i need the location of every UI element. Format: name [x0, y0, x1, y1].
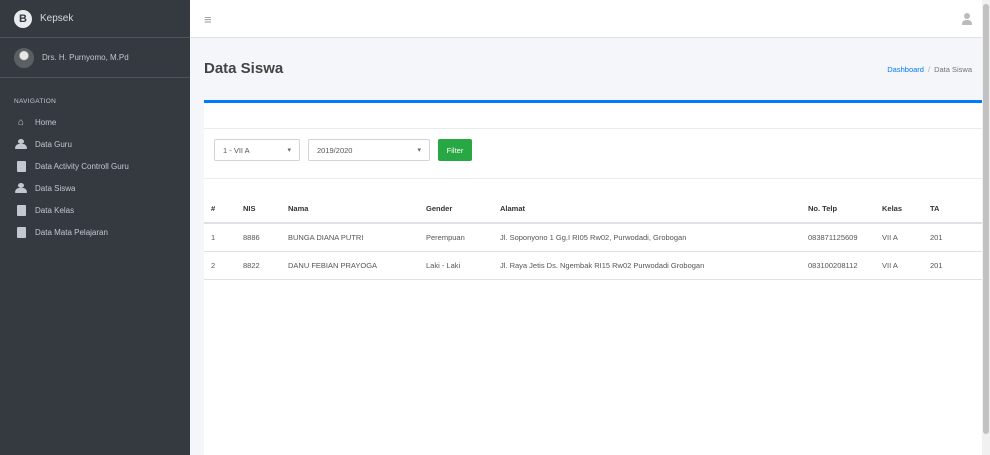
sidebar-item-label: Data Kelas: [35, 205, 75, 215]
topbar: ≡: [190, 0, 990, 38]
cell-number: 2: [204, 251, 236, 280]
breadcrumb-home[interactable]: Dashboard: [887, 65, 924, 74]
tahun-ajaran-select[interactable]: 2019/2020 ▾: [308, 139, 430, 161]
content: Data Siswa Dashboard / Data Siswa 1 - VII …: [190, 38, 982, 455]
cell-alamat: Jl. Soponyono 1 Gg.I RI05 Rw02, Purwodad…: [493, 223, 801, 252]
sidebar-item-data-guru[interactable]: Data Guru: [0, 133, 190, 155]
cell-ta: 201: [923, 223, 982, 252]
divider: [204, 178, 982, 179]
book-icon: [14, 204, 28, 216]
sidebar-item-label: Home: [35, 117, 57, 127]
column-header-telp[interactable]: No. Telp: [801, 195, 875, 224]
column-header-nis[interactable]: NIS: [236, 195, 281, 224]
user-panel[interactable]: Drs. H. Purnyomo, M.Pd: [0, 38, 190, 78]
cell-nis: 8886: [236, 223, 281, 252]
sidebar-item-label: Data Activity Controll Guru: [35, 161, 129, 171]
cell-kelas: VII A: [875, 251, 923, 280]
column-header-kelas[interactable]: Kelas: [875, 195, 923, 224]
cell-nama: DANU FEBIAN PRAYOGA: [281, 251, 419, 280]
breadcrumb: Dashboard / Data Siswa: [887, 65, 972, 74]
cell-alamat: Jl. Raya Jetis Ds. Ngembak RI15 Rw02 Pur…: [493, 251, 801, 280]
chevron-down-icon: ▾: [287, 147, 291, 154]
filter-button[interactable]: Filter: [438, 139, 472, 161]
user-menu-icon[interactable]: [962, 13, 972, 25]
sidebar-item-label: Data Siswa: [35, 183, 76, 193]
cell-nis: 8822: [236, 251, 281, 280]
sidebar-item-label: Data Mata Pelajaran: [35, 227, 108, 237]
table-row[interactable]: 2 8822 DANU FEBIAN PRAYOGA Laki - Laki J…: [204, 251, 982, 280]
user-name: Drs. H. Purnyomo, M.Pd: [42, 53, 129, 62]
brand-logo: B: [14, 9, 32, 28]
column-header-nama[interactable]: Nama: [281, 195, 419, 224]
column-header-gender[interactable]: Gender: [419, 195, 493, 224]
brand[interactable]: B Kepsek: [0, 0, 190, 38]
cell-ta: 201: [923, 251, 982, 280]
cell-nama: BUNGA DIANA PUTRI: [281, 223, 419, 252]
sidebar-item-home[interactable]: ⌂ Home: [0, 111, 190, 133]
brand-name: Kepsek: [40, 13, 74, 24]
kelas-select[interactable]: 1 - VII A ▾: [214, 139, 300, 161]
data-card: 1 - VII A ▾ 2019/2020 ▾ Filter # NIS Nam…: [204, 100, 982, 455]
cell-telp: 083871125609: [801, 223, 875, 252]
sidebar-item-data-siswa[interactable]: Data Siswa: [0, 177, 190, 199]
page-scrollbar[interactable]: [982, 0, 990, 455]
home-icon: ⌂: [17, 116, 25, 128]
book-icon: [14, 160, 28, 172]
tahun-ajaran-value: 2019/2020: [317, 145, 353, 155]
cell-number: 1: [204, 223, 236, 252]
sidebar: B Kepsek Drs. H. Purnyomo, M.Pd NAVIGATI…: [0, 0, 190, 455]
nav-header: NAVIGATION: [14, 98, 57, 105]
cell-kelas: VII A: [875, 223, 923, 252]
breadcrumb-separator: /: [927, 65, 931, 74]
sidebar-item-label: Data Guru: [35, 139, 72, 149]
sidebar-item-data-kelas[interactable]: Data Kelas: [0, 199, 190, 221]
book-icon: [14, 226, 28, 238]
page-title: Data Siswa: [204, 60, 284, 77]
table-header-row: # NIS Nama Gender Alamat No. Telp Kelas …: [204, 195, 982, 224]
column-header-alamat[interactable]: Alamat: [493, 195, 801, 224]
kelas-select-value: 1 - VII A: [223, 145, 250, 155]
column-header-number[interactable]: #: [204, 195, 236, 224]
column-header-ta[interactable]: TA: [923, 195, 982, 224]
sidebar-item-data-mapel[interactable]: Data Mata Pelajaran: [0, 221, 190, 243]
filter-bar: 1 - VII A ▾ 2019/2020 ▾ Filter: [214, 139, 472, 161]
cell-telp: 083100208112: [801, 251, 875, 280]
table-row[interactable]: 1 8886 BUNGA DIANA PUTRI Perempuan Jl. S…: [204, 223, 982, 252]
scrollbar-thumb[interactable]: [983, 4, 989, 434]
cell-gender: Perempuan: [419, 223, 493, 252]
menu-toggle-icon[interactable]: ≡: [204, 12, 212, 27]
sidebar-item-data-activity[interactable]: Data Activity Controll Guru: [0, 155, 190, 177]
siswa-table: # NIS Nama Gender Alamat No. Telp Kelas …: [204, 195, 982, 280]
chevron-down-icon: ▾: [417, 147, 421, 154]
cell-gender: Laki - Laki: [419, 251, 493, 280]
avatar: [14, 47, 34, 68]
users-icon: [14, 139, 28, 149]
card-header: [204, 103, 982, 129]
breadcrumb-current: Data Siswa: [934, 65, 972, 74]
users-icon: [14, 183, 28, 193]
